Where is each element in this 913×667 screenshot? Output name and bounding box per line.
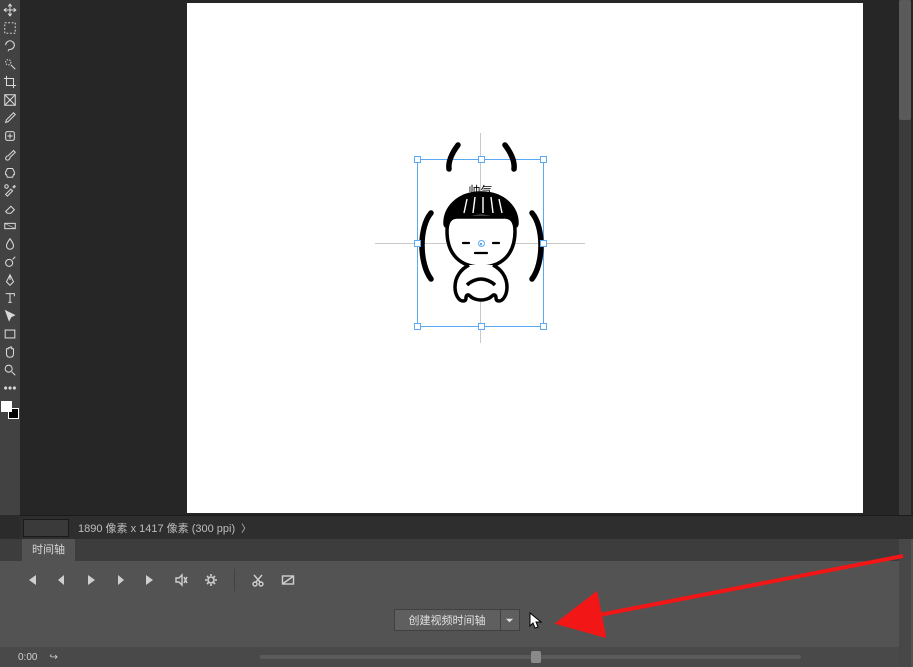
- scrollbar-thumb[interactable]: [899, 0, 911, 120]
- timeline-zoom-knob[interactable]: [531, 651, 541, 663]
- canvas[interactable]: 帅气: [187, 3, 863, 513]
- path-selection-tool[interactable]: [2, 308, 18, 323]
- lasso-tool[interactable]: [2, 38, 18, 53]
- foreground-color-swatch[interactable]: [1, 401, 12, 412]
- gradient-tool[interactable]: [2, 218, 18, 233]
- create-video-timeline-group: 创建视频时间轴: [394, 609, 520, 631]
- foreground-background-color[interactable]: [1, 401, 19, 419]
- transform-pivot[interactable]: [478, 240, 485, 247]
- go-to-last-frame-button[interactable]: [142, 571, 160, 589]
- transform-handle-top-right[interactable]: [540, 156, 547, 163]
- healing-brush-tool[interactable]: [2, 128, 18, 143]
- create-video-timeline-dropdown[interactable]: [500, 609, 520, 631]
- blur-tool[interactable]: [2, 236, 18, 251]
- document-area: 帅气: [20, 0, 913, 515]
- move-tool[interactable]: [2, 2, 18, 17]
- brush-tool[interactable]: [2, 146, 18, 161]
- status-bar: 1890 像素 x 1417 像素 (300 ppi) 〉: [20, 515, 913, 539]
- document-info: 1890 像素 x 1417 像素 (300 ppi): [78, 520, 235, 536]
- dodge-tool[interactable]: [2, 254, 18, 269]
- frame-tool[interactable]: [2, 92, 18, 107]
- clone-stamp-tool[interactable]: [2, 164, 18, 179]
- canvas-vertical-scrollbar[interactable]: [899, 0, 911, 515]
- timeline-transport-controls: [22, 569, 297, 591]
- panel-tab-strip: [0, 539, 901, 561]
- image-caption: 帅气: [468, 182, 492, 199]
- rectangular-marquee-tool[interactable]: [2, 20, 18, 35]
- document-info-caret-icon[interactable]: 〉: [241, 520, 251, 535]
- transform-handle-top-middle[interactable]: [478, 156, 485, 163]
- placed-image: [403, 135, 560, 340]
- zoom-tool[interactable]: [2, 362, 18, 377]
- toolbar: [0, 0, 20, 515]
- transform-handle-top-left[interactable]: [414, 156, 421, 163]
- transform-handle-bottom-middle[interactable]: [478, 323, 485, 330]
- previous-frame-button[interactable]: [52, 571, 70, 589]
- timeline-current-time: 0:00: [18, 652, 37, 663]
- eraser-tool[interactable]: [2, 200, 18, 215]
- timeline-panel: 时间轴 创建视频时间轴 0:00 ↪: [0, 539, 913, 667]
- zoom-level-field[interactable]: [23, 519, 69, 537]
- transform-handle-bottom-left[interactable]: [414, 323, 421, 330]
- transform-handle-middle-left[interactable]: [414, 240, 421, 247]
- history-brush-tool[interactable]: [2, 182, 18, 197]
- timeline-footer: 0:00 ↪: [0, 647, 901, 667]
- transform-handle-middle-right[interactable]: [540, 240, 547, 247]
- timeline-render-icon[interactable]: ↪: [49, 652, 57, 663]
- transform-handle-bottom-right[interactable]: [540, 323, 547, 330]
- transition-button[interactable]: [279, 571, 297, 589]
- edit-toolbar[interactable]: [2, 380, 18, 395]
- type-tool[interactable]: [2, 290, 18, 305]
- quick-selection-tool[interactable]: [2, 56, 18, 71]
- transform-bounding-box[interactable]: 帅气: [417, 159, 544, 327]
- play-button[interactable]: [82, 571, 100, 589]
- crop-tool[interactable]: [2, 74, 18, 89]
- timeline-vertical-scrollbar[interactable]: [899, 539, 911, 667]
- pen-tool[interactable]: [2, 272, 18, 287]
- create-video-timeline-button[interactable]: 创建视频时间轴: [394, 609, 500, 631]
- timeline-settings-button[interactable]: [202, 571, 220, 589]
- timeline-tab[interactable]: 时间轴: [22, 539, 75, 561]
- next-frame-button[interactable]: [112, 571, 130, 589]
- split-clip-button[interactable]: [249, 571, 267, 589]
- hand-tool[interactable]: [2, 344, 18, 359]
- timeline-zoom-slider[interactable]: [260, 655, 801, 659]
- separator: [234, 569, 235, 591]
- eyedropper-tool[interactable]: [2, 110, 18, 125]
- go-to-first-frame-button[interactable]: [22, 571, 40, 589]
- rectangle-tool[interactable]: [2, 326, 18, 341]
- audio-mute-button[interactable]: [172, 571, 190, 589]
